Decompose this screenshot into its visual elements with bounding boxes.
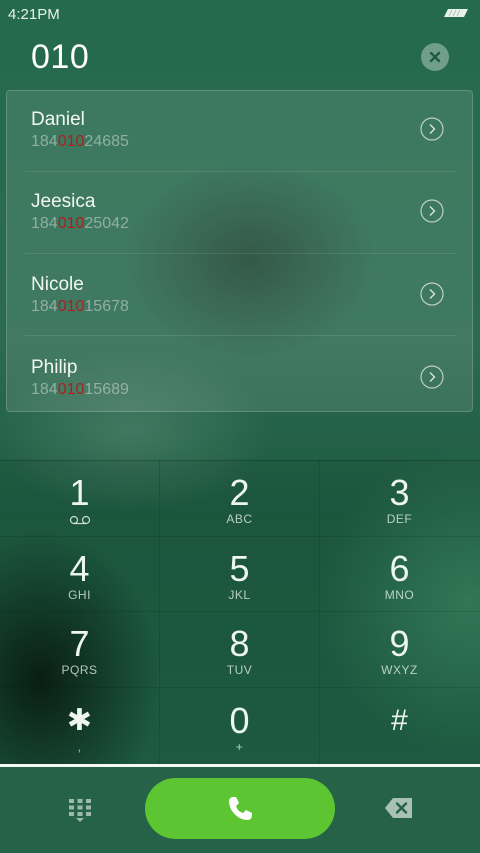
key-digit: 5	[229, 548, 250, 589]
key-letters: ABC	[226, 512, 253, 526]
key-letters: MNO	[384, 588, 415, 602]
clear-button[interactable]	[421, 43, 449, 71]
key-6[interactable]: 6 MNO	[320, 536, 479, 611]
key-letters: ,	[77, 740, 82, 754]
dialpad-icon[interactable]	[66, 796, 94, 824]
contact-number: 18401015689	[31, 381, 129, 398]
dial-keypad: 1 2 ABC 3 DEF 4 GHI 5 JKL 6 MNO 7 PQRS 8…	[0, 460, 480, 764]
key-digit: 4	[69, 548, 90, 589]
contact-name: Jeesica	[31, 191, 96, 212]
key-digit: 2	[229, 472, 250, 513]
key-7[interactable]: 7 PQRS	[0, 611, 159, 686]
contact-item[interactable]: Daniel 18401024685	[7, 91, 472, 174]
key-2[interactable]: 2 ABC	[160, 460, 319, 535]
status-bar: 4:21PM	[0, 0, 480, 28]
key-letters: GHI	[68, 588, 91, 602]
contact-number: 18401025042	[31, 215, 129, 232]
battery-icon	[444, 9, 468, 17]
key-digit: 0	[229, 700, 250, 741]
key-1[interactable]: 1	[0, 460, 159, 535]
phone-icon	[229, 796, 252, 820]
key-letters: DEF	[386, 512, 413, 526]
bottom-action-bar	[0, 764, 480, 853]
contact-results-list: Daniel 18401024685 Jeesica 18401025042 N…	[6, 90, 473, 412]
key-digit: 8	[229, 623, 250, 664]
key-5[interactable]: 5 JKL	[160, 536, 319, 611]
contact-item[interactable]: Nicole 18401015678	[7, 256, 472, 339]
close-icon	[429, 51, 441, 63]
key-letters: WXYZ	[381, 663, 418, 677]
contact-item[interactable]: Philip 18401015689	[7, 339, 472, 422]
key-letters: JKL	[228, 588, 251, 602]
key-letters: +	[235, 740, 244, 754]
key-digit: #	[391, 704, 408, 737]
voicemail-icon	[69, 515, 90, 525]
key-digit: 6	[389, 548, 410, 589]
contact-item[interactable]: Jeesica 18401025042	[7, 173, 472, 256]
chevron-right-icon[interactable]	[420, 282, 444, 306]
key-9[interactable]: 9 WXYZ	[320, 611, 479, 686]
contact-name: Nicole	[31, 274, 84, 295]
key-digit: ✱	[66, 704, 93, 737]
key-4[interactable]: 4 GHI	[0, 536, 159, 611]
status-time: 4:21PM	[8, 6, 60, 23]
key-digit: 7	[69, 623, 90, 664]
contact-name: Philip	[31, 357, 78, 378]
divider	[25, 335, 456, 336]
call-button[interactable]	[145, 778, 335, 839]
divider	[25, 253, 456, 254]
separator-line	[0, 764, 480, 767]
key-letters: PQRS	[61, 663, 98, 677]
contact-number: 18401015678	[31, 298, 129, 315]
key-digit: 3	[389, 472, 410, 513]
contact-number: 18401024685	[31, 133, 129, 150]
dial-input[interactable]: 010	[31, 38, 89, 77]
key-8[interactable]: 8 TUV	[160, 611, 319, 686]
divider	[25, 171, 456, 172]
key-0[interactable]: 0 +	[160, 688, 319, 763]
key-3[interactable]: 3 DEF	[320, 460, 479, 535]
key-digit: 1	[69, 472, 90, 513]
chevron-right-icon[interactable]	[420, 365, 444, 389]
contact-name: Daniel	[31, 109, 85, 130]
key-digit: 9	[389, 623, 410, 664]
chevron-right-icon[interactable]	[420, 199, 444, 223]
backspace-icon[interactable]	[384, 797, 414, 819]
key-hash[interactable]: #	[320, 688, 479, 763]
key-star[interactable]: ✱ ,	[0, 688, 159, 763]
key-letters: TUV	[226, 663, 253, 677]
chevron-right-icon[interactable]	[420, 117, 444, 141]
